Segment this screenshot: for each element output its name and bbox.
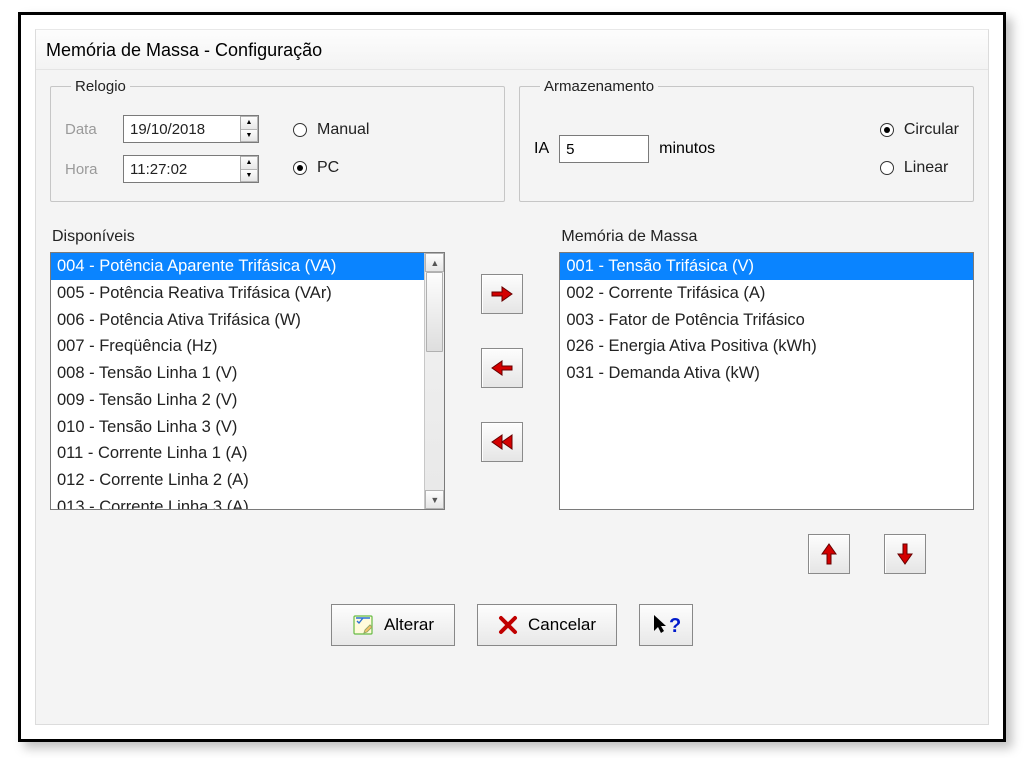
relogio-group: Relogio Data ▲ ▼: [50, 78, 505, 202]
add-button[interactable]: [481, 274, 523, 314]
list-item[interactable]: 008 - Tensão Linha 1 (V): [51, 360, 424, 387]
ia-unit: minutos: [659, 140, 715, 158]
radio-linear-label: Linear: [904, 159, 948, 177]
available-scrollbar[interactable]: ▲ ▼: [424, 253, 444, 509]
available-listbox[interactable]: 004 - Potência Aparente Trifásica (VA)00…: [50, 252, 445, 510]
list-item[interactable]: 001 - Tensão Trifásica (V): [560, 253, 973, 280]
radio-icon: [293, 123, 307, 137]
list-item[interactable]: 005 - Potência Reativa Trifásica (VAr): [51, 280, 424, 307]
help-button[interactable]: ?: [639, 604, 693, 646]
data-spin-up[interactable]: ▲: [241, 116, 258, 129]
arrow-left-icon: [490, 359, 514, 377]
radio-manual[interactable]: Manual: [293, 121, 369, 139]
ia-input[interactable]: [559, 135, 649, 163]
remove-all-button[interactable]: [481, 422, 523, 462]
list-item[interactable]: 006 - Potência Ativa Trifásica (W): [51, 307, 424, 334]
available-label: Disponíveis: [52, 228, 445, 246]
double-arrow-left-icon: [489, 433, 515, 451]
radio-icon: [293, 161, 307, 175]
data-input[interactable]: [124, 116, 240, 142]
list-item[interactable]: 010 - Tensão Linha 3 (V): [51, 414, 424, 441]
scroll-up-icon[interactable]: ▲: [425, 253, 444, 272]
radio-circular-label: Circular: [904, 121, 959, 139]
radio-circular[interactable]: Circular: [880, 121, 959, 139]
alter-button[interactable]: Alterar: [331, 604, 455, 646]
list-item[interactable]: 004 - Potência Aparente Trifásica (VA): [51, 253, 424, 280]
scroll-thumb[interactable]: [426, 272, 443, 352]
list-item[interactable]: 026 - Energia Ativa Positiva (kWh): [560, 333, 973, 360]
radio-pc-label: PC: [317, 159, 339, 177]
list-item[interactable]: 002 - Corrente Trifásica (A): [560, 280, 973, 307]
armaz-legend: Armazenamento: [540, 78, 658, 95]
scroll-down-icon[interactable]: ▼: [425, 490, 444, 509]
window-title: Memória de Massa - Configuração: [36, 30, 988, 70]
list-item[interactable]: 009 - Tensão Linha 2 (V): [51, 387, 424, 414]
list-item[interactable]: 011 - Corrente Linha 1 (A): [51, 440, 424, 467]
arrow-right-icon: [490, 285, 514, 303]
radio-manual-label: Manual: [317, 121, 369, 139]
arrow-up-icon: [820, 542, 838, 566]
data-spin-down[interactable]: ▼: [241, 129, 258, 143]
memory-label: Memória de Massa: [561, 228, 974, 246]
cancel-label: Cancelar: [528, 615, 596, 635]
radio-linear[interactable]: Linear: [880, 159, 959, 177]
arrow-down-icon: [896, 542, 914, 566]
edit-icon: [352, 614, 374, 636]
hora-input[interactable]: [124, 156, 240, 182]
hora-spin-down[interactable]: ▼: [241, 169, 258, 183]
hora-spin-up[interactable]: ▲: [241, 156, 258, 169]
radio-icon: [880, 161, 894, 175]
data-label: Data: [65, 121, 113, 138]
cursor-help-icon: ?: [652, 613, 680, 637]
ia-label: IA: [534, 140, 549, 158]
list-item[interactable]: 012 - Corrente Linha 2 (A): [51, 467, 424, 494]
memory-listbox[interactable]: 001 - Tensão Trifásica (V)002 - Corrente…: [559, 252, 974, 510]
radio-pc[interactable]: PC: [293, 159, 369, 177]
hora-spinner[interactable]: ▲ ▼: [123, 155, 259, 183]
list-item[interactable]: 031 - Demanda Ativa (kW): [560, 360, 973, 387]
cancel-button[interactable]: Cancelar: [477, 604, 617, 646]
move-down-button[interactable]: [884, 534, 926, 574]
remove-button[interactable]: [481, 348, 523, 388]
move-up-button[interactable]: [808, 534, 850, 574]
armazenamento-group: Armazenamento IA minutos Circular: [519, 78, 974, 202]
dialog-window: Memória de Massa - Configuração Relogio …: [35, 29, 989, 725]
svg-text:?: ?: [669, 615, 680, 637]
relogio-legend: Relogio: [71, 78, 130, 95]
list-item[interactable]: 013 - Corrente Linha 3 (A): [51, 494, 424, 509]
alter-label: Alterar: [384, 615, 434, 635]
list-item[interactable]: 003 - Fator de Potência Trifásico: [560, 307, 973, 334]
cancel-x-icon: [498, 615, 518, 635]
list-item[interactable]: 007 - Freqüência (Hz): [51, 333, 424, 360]
radio-icon: [880, 123, 894, 137]
data-spinner[interactable]: ▲ ▼: [123, 115, 259, 143]
hora-label: Hora: [65, 161, 113, 178]
